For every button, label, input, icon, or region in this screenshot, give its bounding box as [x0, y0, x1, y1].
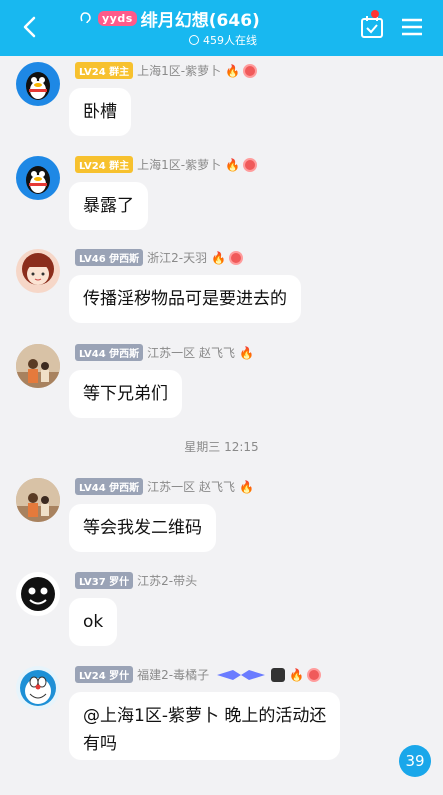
- chat-message: LV24 群主 上海1区-紫萝卜 🔥 卧槽: [0, 58, 443, 136]
- photo-avatar-icon: [16, 344, 60, 388]
- sender-name[interactable]: 福建2-毒橘子: [137, 666, 209, 683]
- group-logo: yyds: [98, 10, 137, 26]
- chat-message: LV46 伊西斯 浙江2-天羽 🔥 传播淫秽物品可是要进去的: [0, 245, 443, 323]
- chat-message: LV24 罗什 福建2-毒橘子 🔥 @上海1区-紫萝卜 晚上的活动还 有吗: [0, 662, 443, 772]
- message-bubble[interactable]: 暴露了: [69, 182, 148, 230]
- fire-icon: 🔥: [225, 157, 241, 172]
- level-badge: LV24 罗什: [75, 666, 134, 683]
- group-title: 绯月幻想(646): [140, 10, 260, 31]
- sender-meta: LV24 群主 上海1区-紫萝卜 🔥: [75, 156, 258, 173]
- avatar[interactable]: [16, 572, 60, 616]
- avatar[interactable]: [16, 666, 60, 710]
- doraemon-avatar-icon: [20, 670, 56, 706]
- penguin-avatar-icon: [26, 72, 50, 100]
- avatar[interactable]: [16, 156, 60, 200]
- sender-meta: LV37 罗什 江苏2-带头: [75, 572, 197, 589]
- sender-meta: LV24 罗什 福建2-毒橘子 🔥: [75, 666, 322, 683]
- sender-name[interactable]: 江苏一区 赵飞飞: [147, 344, 235, 361]
- penguin-avatar-icon: [26, 166, 50, 194]
- message-bubble[interactable]: @上海1区-紫萝卜 晚上的活动还 有吗: [69, 692, 341, 760]
- sender-meta: LV44 伊西斯 江苏一区 赵飞飞 🔥: [75, 478, 254, 495]
- chat-message: LV44 伊西斯 江苏一区 赵飞飞 🔥 等会我发二维码: [0, 474, 443, 552]
- chat-message: LV44 伊西斯 江苏一区 赵飞飞 🔥 等下兄弟们: [0, 340, 443, 418]
- message-bubble[interactable]: 等会我发二维码: [69, 504, 216, 552]
- unread-count-badge[interactable]: 39: [399, 745, 431, 777]
- sender-name[interactable]: 江苏一区 赵飞飞: [147, 478, 235, 495]
- level-badge: LV44 伊西斯: [75, 344, 144, 361]
- back-arrow-icon[interactable]: [18, 14, 44, 40]
- avatar[interactable]: [16, 344, 60, 388]
- medal-icon: [229, 250, 244, 265]
- medal-icon: [307, 667, 322, 682]
- ear-icon: [80, 12, 91, 24]
- message-bubble[interactable]: 卧槽: [69, 88, 131, 136]
- level-badge: LV44 伊西斯: [75, 478, 144, 495]
- medal-icon: [243, 157, 258, 172]
- sender-name[interactable]: 上海1区-紫萝卜: [137, 62, 221, 79]
- fire-icon: 🔥: [211, 250, 227, 265]
- avatar[interactable]: [16, 478, 60, 522]
- message-line: @上海1区-紫萝卜 晚上的活动还: [83, 706, 327, 726]
- online-count: 459人在线: [189, 32, 318, 48]
- girl-avatar-icon: [22, 253, 54, 285]
- fire-icon: 🔥: [238, 345, 254, 360]
- calendar-icon[interactable]: [359, 14, 385, 40]
- message-bubble[interactable]: 传播淫秽物品可是要进去的: [69, 275, 301, 323]
- chat-message: LV24 群主 上海1区-紫萝卜 🔥 暴露了: [0, 152, 443, 230]
- notification-dot: [371, 10, 379, 18]
- photo-avatar-icon: [16, 478, 60, 522]
- message-line: 有吗: [83, 734, 117, 754]
- sender-name[interactable]: 江苏2-带头: [137, 572, 197, 589]
- dark-face-avatar-icon: [21, 577, 55, 611]
- level-badge: LV24 群主: [75, 156, 134, 173]
- sender-meta: LV24 群主 上海1区-紫萝卜 🔥: [75, 62, 258, 79]
- level-badge: LV46 伊西斯: [75, 249, 144, 266]
- level-badge: LV24 群主: [75, 62, 134, 79]
- group-title-area[interactable]: yyds 绯月幻想(646) 459人在线: [78, 6, 318, 50]
- message-bubble[interactable]: 等下兄弟们: [69, 370, 182, 418]
- online-status-icon: [189, 35, 199, 45]
- hexagon-badge-icon: [271, 667, 286, 682]
- menu-icon[interactable]: [400, 14, 424, 40]
- fire-icon: 🔥: [225, 63, 241, 78]
- chat-header: yyds 绯月幻想(646) 459人在线: [0, 0, 443, 56]
- chat-message: LV37 罗什 江苏2-带头 ok: [0, 568, 443, 646]
- time-separator: 星期三 12:15: [184, 440, 259, 454]
- wing-badge-icon: [217, 669, 266, 680]
- online-count-text: 459人在线: [203, 34, 257, 47]
- sender-name[interactable]: 上海1区-紫萝卜: [137, 156, 221, 173]
- sender-name[interactable]: 浙江2-天羽: [147, 249, 207, 266]
- fire-icon: 🔥: [238, 479, 254, 494]
- sender-meta: LV44 伊西斯 江苏一区 赵飞飞 🔥: [75, 344, 254, 361]
- message-bubble[interactable]: ok: [69, 598, 118, 646]
- sender-meta: LV46 伊西斯 浙江2-天羽 🔥: [75, 249, 244, 266]
- avatar[interactable]: [16, 62, 60, 106]
- medal-icon: [243, 63, 258, 78]
- avatar[interactable]: [16, 249, 60, 293]
- level-badge: LV37 罗什: [75, 572, 134, 589]
- fire-icon: 🔥: [289, 667, 305, 682]
